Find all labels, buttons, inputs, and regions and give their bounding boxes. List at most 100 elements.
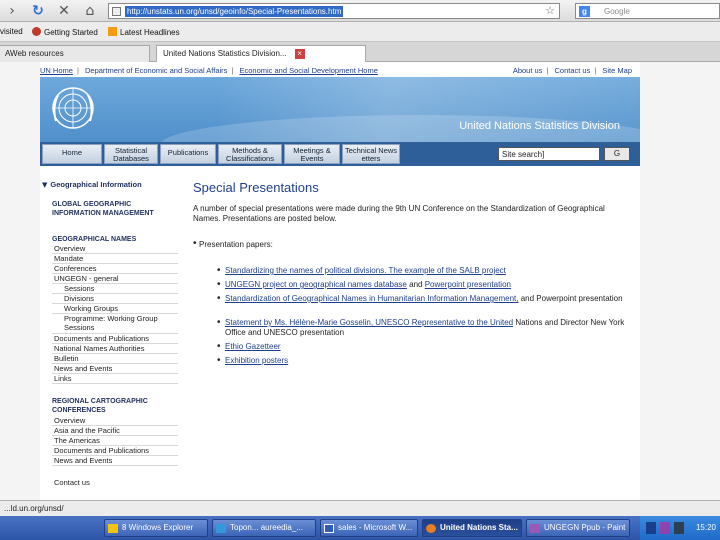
link-ethio-gazetteer[interactable]: Ethio Gazetteer [225,342,281,351]
sidebar-item-mandate[interactable]: Mandate [52,254,178,264]
sidebar-heading[interactable]: ▼ Geographical Information [42,180,142,189]
sidebar-section-regional[interactable]: REGIONAL CARTOGRAPHIC CONFERENCES [52,397,178,415]
tray-app-icon[interactable] [660,522,670,534]
reload-icon[interactable]: ↻ [30,3,46,19]
top-nav-right: About us | Contact us | Site Map [512,66,632,75]
search-engine-label: Google [604,7,630,16]
sidebar-item-links[interactable]: Links [52,374,178,384]
sidebar-item-national-authorities[interactable]: National Names Authorities [52,344,178,354]
rss-icon [108,27,117,36]
link-salb-project[interactable]: Standardizing the names of political div… [225,266,506,275]
site-banner: United Nations Statistics Division [40,77,640,142]
tab-label: United Nations Statistics Division... [163,49,287,58]
site-search-go-button[interactable]: G [604,147,630,161]
bookmarks-bar: visited Getting Started Latest Headlines [0,22,720,42]
sidebar-item-divisions[interactable]: Divisions [52,294,178,304]
paint-icon [530,524,540,533]
link-humanitarian[interactable]: Standardization of Geographical Names in… [225,294,519,303]
page-margin-right [640,62,720,500]
task-label: United Nations Sta... [440,523,518,532]
sidebar-item-conferences[interactable]: Conferences [52,264,178,274]
firefox-icon [32,27,41,36]
stop-icon[interactable]: ✕ [56,3,72,19]
nav-econ-social-dev[interactable]: Economic and Social Development Home [239,66,377,75]
task-explorer[interactable]: 8 Windows Explorer [104,519,208,537]
language-icon[interactable] [646,522,656,534]
sidebar-item-rc-documents[interactable]: Documents and Publications [52,446,178,456]
sidebar-item-asia-pacific[interactable]: Asia and the Pacific [52,426,178,436]
page-title: Special Presentations [193,180,319,195]
system-tray: 15:20 [640,516,720,540]
link-exhibition-posters[interactable]: Exhibition posters [225,356,288,365]
tab-aweb-resources[interactable]: AWeb resources [0,45,150,62]
google-icon: g [579,6,590,17]
sidebar-item-rc-overview[interactable]: Overview [52,416,178,426]
sidebar-item-sessions[interactable]: Sessions [52,284,178,294]
menu-statistical-databases[interactable]: Statistical Databases [104,144,158,164]
bookmark-getting-started[interactable]: Getting Started [32,27,98,37]
bookmark-star-icon[interactable]: ☆ [545,4,555,17]
nav-contact-us[interactable]: Contact us [554,66,590,75]
home-icon[interactable]: ⌂ [82,3,98,19]
intro-paragraph: A number of special presentations were m… [193,204,605,223]
site-search-input[interactable]: Site search] [498,147,600,161]
browser-search-box[interactable]: g Google [575,3,720,19]
volume-icon[interactable] [674,522,684,534]
task-toponym[interactable]: Topon... aureedia_... [212,519,316,537]
nav-desa[interactable]: Department of Economic and Social Affair… [85,66,227,75]
task-paint[interactable]: UNGEGN Ppub - Paint [526,519,630,537]
word-icon [324,524,334,533]
link-powerpoint[interactable]: Powerpoint presentation [425,280,511,289]
sidebar-contact-us[interactable]: Contact us [52,478,178,488]
firefox-icon [426,524,436,533]
menu-home[interactable]: Home [42,144,102,164]
address-bar[interactable]: http://unstats.un.org/unsd/geoinfo/Speci… [108,3,560,19]
task-label: Topon... aureedia_... [230,523,303,532]
task-firefox[interactable]: United Nations Sta... [422,519,522,537]
menu-methods-classifications[interactable]: Methods & Classifications [218,144,282,164]
un-emblem-icon [52,87,94,129]
document-icon [216,524,226,533]
nav-un-home[interactable]: UN Home [40,66,73,75]
sidebar-item-news-events[interactable]: News and Events [52,364,178,374]
link-unesco-statement[interactable]: Statement by Ms. Hélène-Marie Gosselin, … [225,318,513,327]
browser-toolbar: › ↻ ✕ ⌂ http://unstats.un.org/unsd/geoin… [0,0,720,22]
list-item: Ethio Gazetteer [217,342,625,352]
nav-about-us[interactable]: About us [513,66,543,75]
url-text: http://unstats.un.org/unsd/geoinfo/Speci… [125,6,344,17]
clock: 15:20 [695,523,716,532]
sidebar-item-rc-news[interactable]: News and Events [52,456,178,466]
close-tab-icon[interactable]: × [294,49,305,59]
menu-publications[interactable]: Publications [160,144,216,164]
sidebar-item-programme[interactable]: Programme: Working Group Sessions [52,314,178,334]
bookmark-label: Latest Headlines [120,28,180,37]
menu-technical-newsletters[interactable]: Technical News etters [342,144,400,164]
nav-site-map[interactable]: Site Map [602,66,632,75]
list-item: Exhibition posters [217,356,625,366]
sidebar-item-overview[interactable]: Overview [52,244,178,254]
sidebar-item-documents[interactable]: Documents and Publications [52,334,178,344]
sidebar-item-bulletin[interactable]: Bulletin [52,354,178,364]
sidebar-section-geo-names[interactable]: GEOGRAPHICAL NAMES [52,235,136,244]
taskbar: 8 Windows Explorer Topon... aureedia_...… [0,516,720,540]
menu-meetings-events[interactable]: Meetings & Events [284,144,340,164]
sidebar: ▼ Geographical Information GLOBAL GEOGRAP… [40,180,180,500]
status-bar: ...ld.un.org/unsd/ [0,500,720,516]
folder-icon [108,524,118,533]
sidebar-item-ungegn-general[interactable]: UNGEGN - general [52,274,178,284]
bookmark-latest-headlines[interactable]: Latest Headlines [108,27,180,37]
link-suffix: and Powerpoint presentation [518,294,623,303]
forward-icon[interactable]: › [4,3,20,19]
sidebar-item-working-groups[interactable]: Working Groups [52,304,178,314]
bookmark-visited[interactable]: visited [0,27,23,36]
tab-strip: AWeb resources United Nations Statistics… [0,42,720,62]
tab-label: AWeb resources [5,49,64,58]
sidebar-section-ggim[interactable]: GLOBAL GEOGRAPHIC INFORMATION MANAGEMENT [52,200,178,218]
list-item: Standardization of Geographical Names in… [217,294,625,304]
task-label: UNGEGN Ppub - Paint [544,523,626,532]
link-ungegn-database[interactable]: UNGEGN project on geographical names dat… [225,280,407,289]
sidebar-item-americas[interactable]: The Americas [52,436,178,446]
task-word[interactable]: sales - Microsoft W... [320,519,418,537]
tab-unsd[interactable]: United Nations Statistics Division... × [156,45,366,62]
task-label: 8 Windows Explorer [122,523,194,532]
